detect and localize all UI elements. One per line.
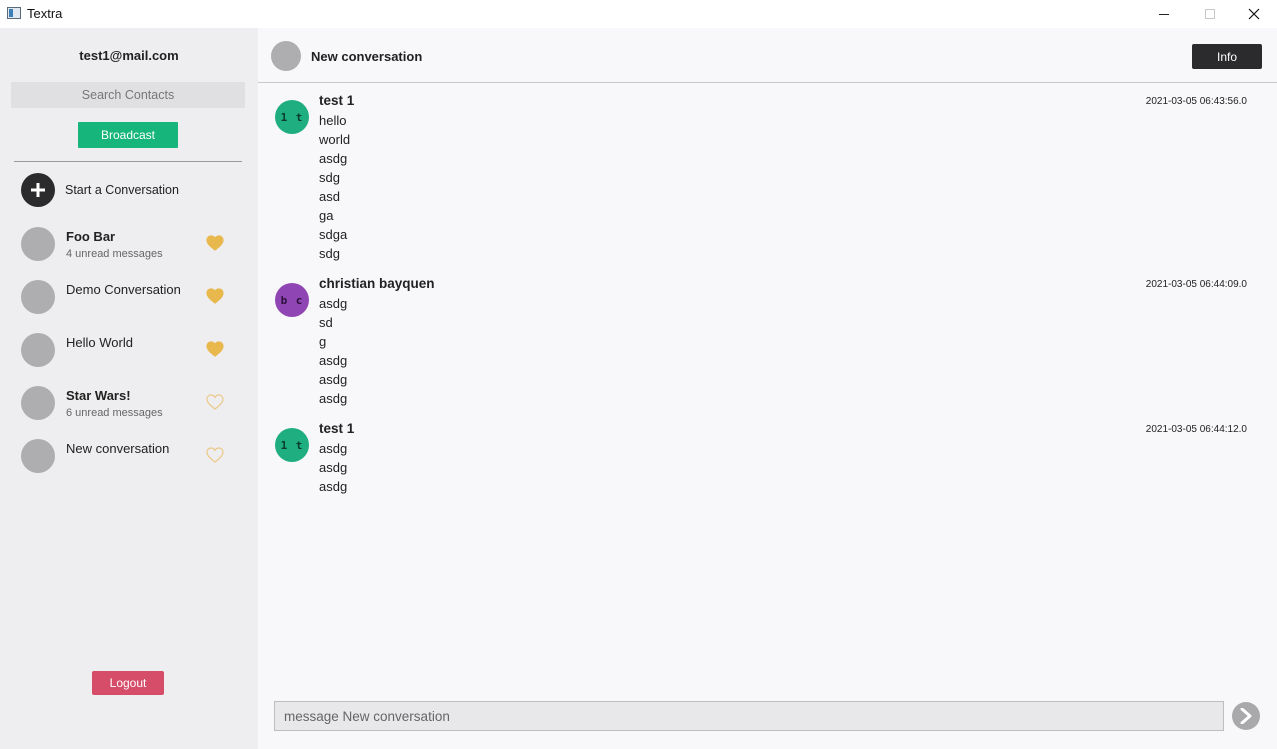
conversation-item-name: Foo Bar (66, 229, 116, 244)
conversation-item-avatar (21, 333, 55, 367)
account-email: test1@mail.com (79, 48, 179, 63)
conversation-item[interactable]: Star Wars! 6 unread messages (21, 386, 231, 422)
heart-outline-icon[interactable] (206, 447, 224, 463)
message-text: sdg (319, 246, 340, 261)
conversation-item-name: Demo Conversation (66, 282, 181, 297)
chat-header: New conversation Info (258, 28, 1277, 83)
message-lines: asdg sd g asdg asdg asdg (319, 294, 347, 408)
chat-panel: New conversation Info 1 t test 1 2021-03-0… (258, 28, 1277, 749)
heart-filled-icon[interactable] (206, 288, 224, 304)
conversation-item-avatar (21, 439, 55, 473)
message-text: sdg (319, 170, 340, 185)
minimize-button[interactable] (1141, 0, 1187, 28)
message-timestamp: 2021-03-05 06:44:12.0 (1145, 424, 1247, 435)
plus-icon (21, 173, 55, 207)
maximize-icon (1205, 9, 1215, 19)
message-text: asdg (319, 296, 348, 311)
message-text: asdg (319, 391, 348, 406)
send-button[interactable] (1232, 702, 1260, 730)
conversation-item-name: New conversation (66, 441, 170, 456)
sender-avatar: 1 t (275, 428, 309, 462)
conversation-item[interactable]: Demo Conversation (21, 280, 231, 316)
sidebar-divider (14, 161, 242, 162)
conversation-avatar (271, 41, 301, 71)
message-text: asdg (319, 353, 348, 368)
conversation-item-avatar (21, 280, 55, 314)
conversation-item-avatar (21, 227, 55, 261)
start-conversation-button[interactable]: Start a Conversation (21, 173, 241, 207)
message-timestamp: 2021-03-05 06:44:09.0 (1145, 279, 1247, 290)
maximize-button[interactable] (1187, 0, 1233, 28)
message-text: world (319, 132, 351, 147)
window-title: Textra (27, 6, 63, 21)
message-text: asdg (319, 441, 348, 456)
unread-count: 6 unread messages (66, 407, 163, 419)
send-arrow-icon (1240, 708, 1252, 724)
message-lines: asdg asdg asdg (319, 439, 347, 496)
unread-count: 4 unread messages (66, 248, 163, 260)
sidebar: test1@mail.com Broadcast Start a Convers… (0, 28, 258, 749)
message-text: asd (319, 189, 340, 204)
message-text: asdg (319, 479, 348, 494)
title-bar: Textra (0, 0, 1277, 28)
minimize-icon (1159, 13, 1169, 15)
heart-outline-icon[interactable] (206, 394, 224, 410)
message-input[interactable] (274, 701, 1224, 731)
heart-filled-icon[interactable] (206, 235, 224, 251)
start-conversation-label: Start a Conversation (65, 183, 179, 197)
conversation-item-name: Hello World (66, 335, 133, 350)
search-contacts-input[interactable] (11, 82, 245, 108)
message-lines: hello world asdg sdg asd ga sdga sdg (319, 111, 350, 263)
conversation-item[interactable]: Hello World (21, 333, 231, 369)
message-text: asdg (319, 151, 348, 166)
message-text: ga (319, 208, 334, 223)
sender-name: test 1 (319, 421, 355, 436)
conversation-item-name: Star Wars! (66, 388, 131, 403)
logout-button[interactable]: Logout (92, 671, 164, 695)
broadcast-button[interactable]: Broadcast (78, 122, 178, 148)
message-text: asdg (319, 372, 348, 387)
close-button[interactable] (1231, 0, 1277, 28)
close-icon (1248, 8, 1260, 20)
message-text: g (319, 334, 327, 349)
sender-avatar: b c (275, 283, 309, 317)
message-text: sd (319, 315, 333, 330)
message-text: sdga (319, 227, 348, 242)
app-icon (7, 7, 21, 19)
sender-avatar: 1 t (275, 100, 309, 134)
info-button[interactable]: Info (1192, 44, 1262, 69)
heart-filled-icon[interactable] (206, 341, 224, 357)
sender-name: test 1 (319, 93, 355, 108)
conversation-item[interactable]: Foo Bar 4 unread messages (21, 227, 231, 263)
message-timestamp: 2021-03-05 06:43:56.0 (1145, 96, 1247, 107)
sender-name: christian bayquen (319, 276, 435, 291)
conversation-item[interactable]: New conversation (21, 439, 231, 475)
conversation-item-avatar (21, 386, 55, 420)
message-text: asdg (319, 460, 348, 475)
conversation-title: New conversation (311, 49, 423, 64)
message-text: hello (319, 113, 347, 128)
